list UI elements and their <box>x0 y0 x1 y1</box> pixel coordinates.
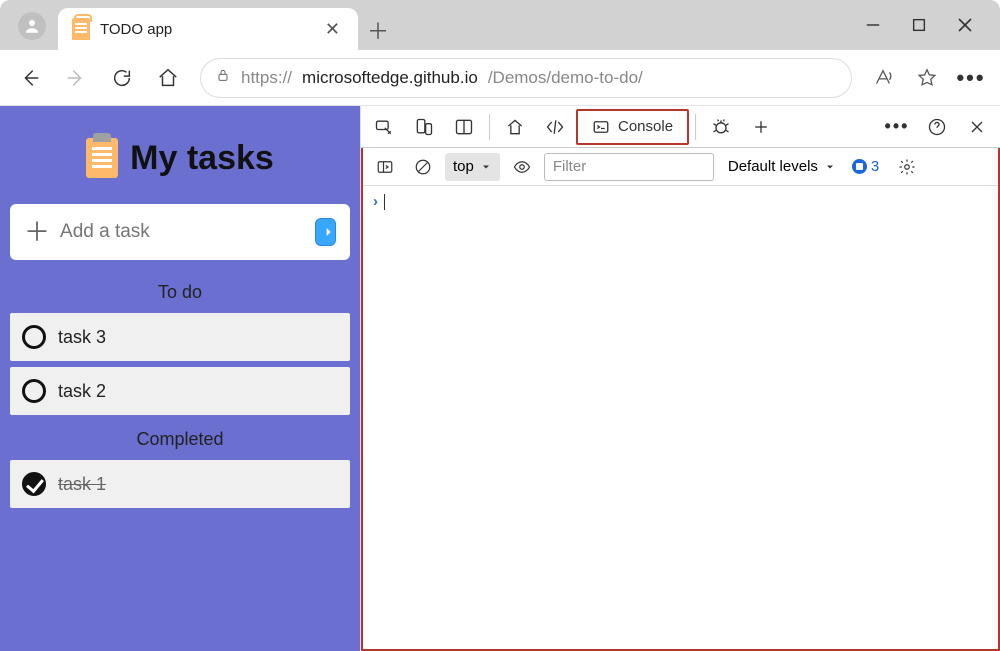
task-text: task 1 <box>58 474 106 495</box>
read-aloud-button[interactable] <box>864 59 902 97</box>
prompt-caret-icon: › <box>373 193 378 210</box>
favorite-button[interactable] <box>908 59 946 97</box>
dots-icon: ••• <box>956 65 985 91</box>
url-protocol: https:// <box>241 68 292 88</box>
console-tab[interactable]: Console <box>576 109 689 145</box>
toggle-sidebar-button[interactable] <box>369 152 401 182</box>
tab-close-button[interactable]: ✕ <box>321 15 344 44</box>
task-text: task 2 <box>58 381 106 402</box>
clipboard-icon <box>72 18 90 40</box>
clipboard-icon <box>86 138 118 178</box>
add-task-submit-button[interactable] <box>315 218 336 246</box>
console-area: top Default levels 3 <box>361 148 1000 651</box>
console-toolbar: top Default levels 3 <box>363 148 998 186</box>
dock-side-button[interactable] <box>445 109 483 145</box>
console-output[interactable]: › <box>363 186 998 649</box>
separator <box>695 114 696 140</box>
home-button[interactable] <box>148 58 188 98</box>
devtools-more-button[interactable]: ••• <box>878 109 916 145</box>
context-label: top <box>453 158 474 175</box>
dots-icon: ••• <box>885 116 910 137</box>
console-icon <box>592 118 610 136</box>
chevron-down-icon <box>480 161 492 173</box>
heading-text: My tasks <box>130 139 274 178</box>
new-tab-button[interactable]: ＋ <box>358 10 398 50</box>
forward-button[interactable] <box>56 58 96 98</box>
window-maximize-button[interactable] <box>910 16 928 34</box>
devtools-toolbar: Console ••• <box>361 106 1000 148</box>
page-todo-app: My tasks ＋ To do task 3 task 2 Completed… <box>0 106 360 651</box>
window-titlebar: TODO app ✕ ＋ <box>0 0 1000 50</box>
console-settings-button[interactable] <box>891 152 923 182</box>
sources-bug-button[interactable] <box>702 109 740 145</box>
section-label-completed: Completed <box>10 429 350 450</box>
checkbox-unchecked[interactable] <box>22 325 46 349</box>
url-path: /Demos/demo-to-do/ <box>488 68 643 88</box>
task-row-completed[interactable]: task 1 <box>10 460 350 508</box>
window-close-button[interactable] <box>956 16 974 34</box>
section-label-todo: To do <box>10 282 350 303</box>
plus-icon: ＋ <box>24 219 50 245</box>
chevron-down-icon <box>824 161 836 173</box>
devtools-help-button[interactable] <box>918 109 956 145</box>
issues-indicator[interactable]: 3 <box>852 158 879 175</box>
profile-avatar[interactable] <box>18 12 46 40</box>
separator <box>489 114 490 140</box>
url-host: microsoftedge.github.io <box>302 68 478 88</box>
elements-tab-button[interactable] <box>536 109 574 145</box>
clear-console-button[interactable] <box>407 152 439 182</box>
task-text: task 3 <box>58 327 106 348</box>
checkbox-checked[interactable] <box>22 472 46 496</box>
url-input[interactable]: https:// microsoftedge.github.io/Demos/de… <box>200 58 852 98</box>
context-selector[interactable]: top <box>445 153 500 181</box>
issues-count: 3 <box>871 158 879 175</box>
refresh-button[interactable] <box>102 58 142 98</box>
console-filter-input[interactable] <box>544 153 714 181</box>
devtools-panel: Console ••• <box>360 106 1000 651</box>
more-button[interactable]: ••• <box>952 59 990 97</box>
plus-icon: ＋ <box>367 14 389 46</box>
device-emulation-button[interactable] <box>405 109 443 145</box>
welcome-tab-button[interactable] <box>496 109 534 145</box>
tab-todo-app[interactable]: TODO app ✕ <box>58 8 358 50</box>
arrow-right-icon <box>318 224 334 240</box>
lock-icon <box>215 67 231 88</box>
tab-title: TODO app <box>100 21 321 38</box>
task-row[interactable]: task 2 <box>10 367 350 415</box>
task-row[interactable]: task 3 <box>10 313 350 361</box>
add-task-card: ＋ <box>10 204 350 260</box>
page-heading: My tasks <box>10 116 350 204</box>
log-levels-label: Default levels <box>728 158 818 175</box>
text-cursor <box>384 194 385 210</box>
log-levels-selector[interactable]: Default levels <box>728 158 836 175</box>
address-bar: https:// microsoftedge.github.io/Demos/de… <box>0 50 1000 106</box>
console-tab-label: Console <box>618 118 673 135</box>
live-expression-button[interactable] <box>506 152 538 182</box>
add-task-input[interactable] <box>60 221 305 243</box>
issues-icon <box>852 159 867 174</box>
inspect-element-button[interactable] <box>365 109 403 145</box>
back-button[interactable] <box>10 58 50 98</box>
window-minimize-button[interactable] <box>864 16 882 34</box>
devtools-close-button[interactable] <box>958 109 996 145</box>
more-tabs-button[interactable] <box>742 109 780 145</box>
checkbox-unchecked[interactable] <box>22 379 46 403</box>
